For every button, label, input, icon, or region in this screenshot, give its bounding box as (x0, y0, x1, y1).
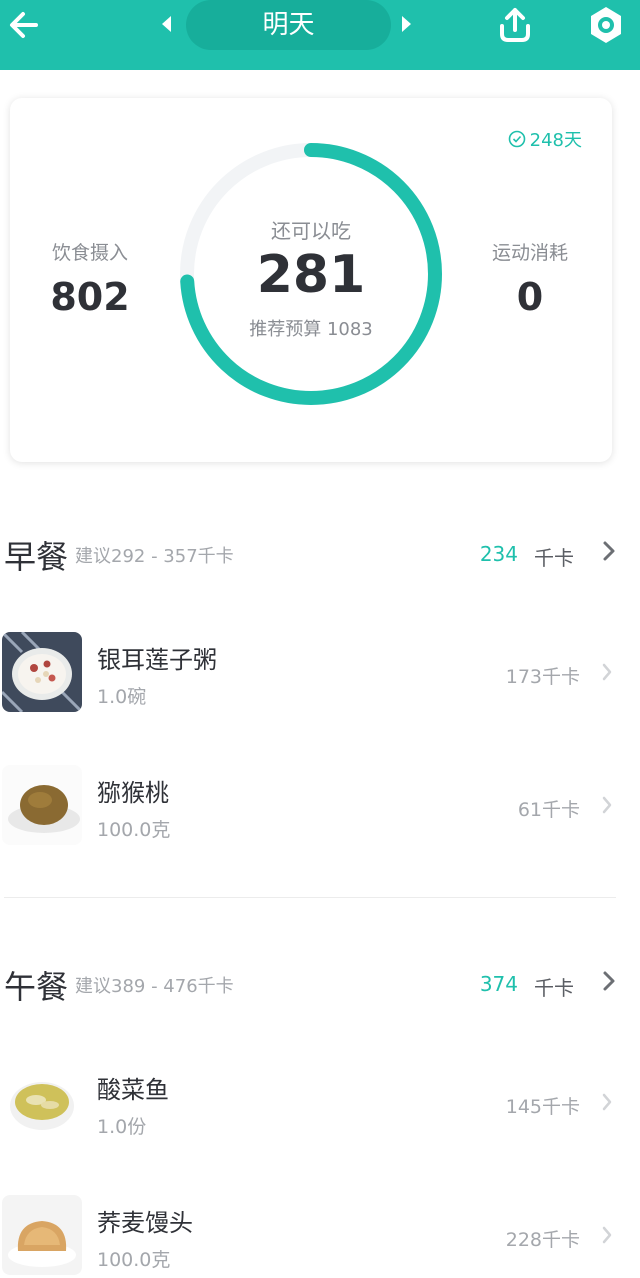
burn-label: 运动消耗 (491, 242, 568, 264)
remaining-value: 281 (256, 245, 366, 305)
food-amount: 100.0克 (97, 1249, 171, 1271)
burn-value: 0 (516, 275, 544, 319)
next-day-icon[interactable] (400, 14, 414, 34)
chevron-right-icon[interactable] (602, 970, 616, 992)
food-calories: 228千卡 (505, 1229, 580, 1251)
meal-header-lunch[interactable]: 午餐 建议389 - 476千卡 374 千卡 (0, 958, 640, 1008)
food-calories: 61千卡 (517, 799, 580, 821)
previous-day-icon[interactable] (159, 14, 173, 34)
meal-suggestion: 建议389 - 476千卡 (75, 976, 234, 997)
intake-stat: 饮食摄入 802 (10, 238, 170, 319)
chevron-right-icon (602, 1093, 612, 1111)
food-item[interactable]: 酸菜鱼 1.0份 145千卡 (0, 1062, 640, 1144)
exercise-stat: 运动消耗 0 (450, 238, 610, 319)
food-name: 荞麦馒头 (97, 1209, 193, 1237)
chevron-right-icon (602, 796, 612, 814)
food-amount: 1.0碗 (97, 686, 147, 708)
fish-soup-icon (2, 1062, 82, 1142)
food-calories: 145千卡 (505, 1096, 580, 1118)
food-calories: 173千卡 (505, 666, 580, 688)
intake-label: 饮食摄入 (51, 242, 128, 264)
budget-text: 推荐预算 1083 (249, 319, 373, 340)
kiwi-icon (2, 765, 82, 845)
intake-value: 802 (50, 275, 130, 319)
meal-unit: 千卡 (534, 546, 574, 570)
calorie-summary-card: 248天 饮食摄入 802 还可以吃 281 推荐预算 1083 运动消耗 0 (10, 98, 612, 462)
food-name: 猕猴桃 (97, 779, 169, 807)
food-amount: 100.0克 (97, 819, 171, 841)
meal-title: 早餐 (4, 538, 69, 576)
check-circle-icon (508, 130, 525, 148)
section-divider (4, 897, 616, 898)
meal-header-breakfast[interactable]: 早餐 建议292 - 357千卡 234 千卡 (0, 528, 640, 578)
top-bar: 明天 (0, 0, 640, 70)
chevron-right-icon (602, 1226, 612, 1244)
steamed-bun-icon (2, 1195, 82, 1275)
meal-unit: 千卡 (534, 976, 574, 1000)
date-selector[interactable]: 明天 (186, 0, 391, 50)
back-arrow-icon[interactable] (6, 7, 42, 43)
remaining-center: 还可以吃 281 推荐预算 1083 (180, 143, 442, 405)
streak-badge: 248天 (508, 126, 582, 152)
remaining-label: 还可以吃 (271, 219, 351, 243)
food-item[interactable]: 猕猴桃 100.0克 61千卡 (0, 765, 640, 847)
meal-title: 午餐 (4, 968, 69, 1006)
food-item[interactable]: 荞麦馒头 100.0克 228千卡 (0, 1195, 640, 1277)
meal-suggestion: 建议292 - 357千卡 (75, 546, 234, 567)
porridge-icon (2, 632, 82, 712)
settings-gear-icon[interactable] (585, 4, 627, 46)
meal-total: 234 (479, 542, 518, 566)
food-item[interactable]: 银耳莲子粥 1.0碗 173千卡 (0, 632, 640, 714)
chevron-right-icon (602, 663, 612, 681)
share-upload-icon[interactable] (494, 4, 536, 46)
chevron-right-icon[interactable] (602, 540, 616, 562)
streak-days: 248天 (529, 130, 582, 151)
meal-total: 374 (479, 972, 518, 996)
food-amount: 1.0份 (97, 1116, 147, 1138)
food-name: 酸菜鱼 (97, 1076, 169, 1104)
food-name: 银耳莲子粥 (97, 646, 217, 674)
